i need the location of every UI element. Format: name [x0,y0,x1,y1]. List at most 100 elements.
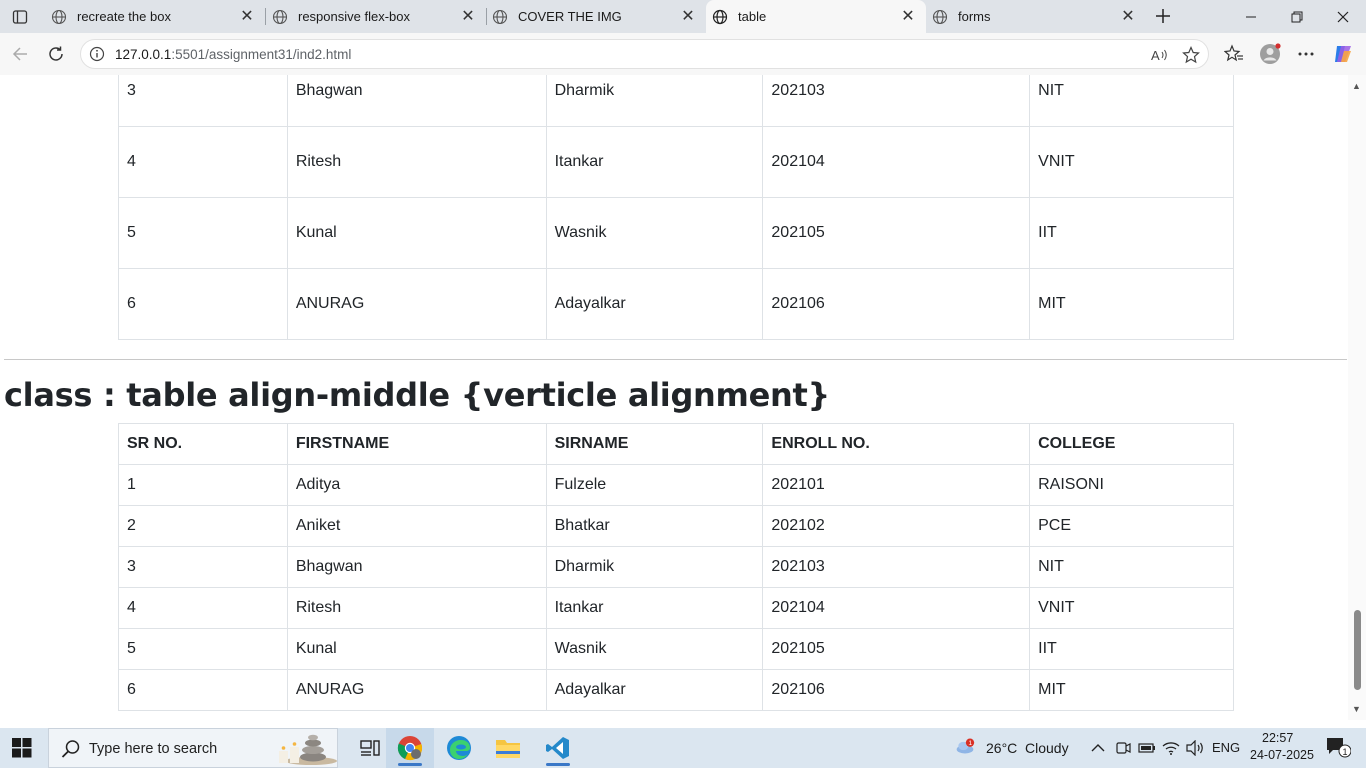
close-tab-icon[interactable]: ✕ [239,8,255,25]
scroll-down-arrow-icon[interactable]: ▼ [1352,704,1361,714]
horizontal-rule [4,359,1347,360]
meet-now-icon[interactable] [1113,738,1133,758]
table-cell: 202105 [762,628,1031,670]
table-cell: Dharmik [545,75,764,127]
table-header-cell: SR NO. [118,423,288,465]
favorites-icon[interactable] [1223,43,1245,65]
table-cell: 3 [118,546,288,588]
url-host: 127.0.0.1 [115,47,172,62]
table-cell: 4 [118,587,288,629]
close-tab-icon[interactable]: ✕ [680,8,696,25]
table-row: 1 Aditya Fulzele 202101 RAISONI [118,464,1234,506]
taskbar-chrome-app[interactable] [386,728,434,768]
windows-taskbar: Type here to search 1 26°C Cloudy ENG 22… [0,728,1366,768]
address-bar[interactable]: 127.0.0.1:5501/assignment31/ind2.html A [80,39,1209,69]
table-body: 3 Bhagwan Dharmik 202103 NIT 4 Ritesh Itankar 20… [118,75,1234,340]
table-cell: MIT [1029,669,1234,711]
input-language[interactable]: ENG [1212,740,1240,755]
tab-cover-the-img[interactable]: COVER THE IMG ✕ [486,0,706,33]
table-cell: Aditya [286,464,547,506]
tab-actions-icon[interactable] [8,6,32,28]
weather-temperature[interactable]: 26°C [986,740,1017,756]
close-tab-icon[interactable]: ✕ [460,8,476,25]
tab-recreate-the-box[interactable]: recreate the box ✕ [45,0,265,33]
table-cell: 202101 [762,464,1031,506]
more-options-icon[interactable] [1295,43,1317,65]
weather-cloud-icon[interactable]: 1 [955,736,975,756]
notification-count: 1 [1343,747,1348,757]
tab-table[interactable]: table ✕ [706,0,926,33]
globe-icon [51,9,67,25]
table-cell: 202104 [762,126,1031,198]
url-path: :5501/assignment31/ind2.html [171,47,352,62]
table-cell: Adayalkar [545,268,764,340]
tab-title: COVER THE IMG [518,9,622,24]
section-heading: class : table align-middle {verticle ali… [4,376,830,414]
table-cell: Ritesh [286,587,547,629]
back-arrow-icon[interactable] [8,42,32,66]
folder-icon [496,740,520,758]
table-row: 2 Aniket Bhatkar 202102 PCE [118,505,1234,547]
table-cell: 1 [118,464,288,506]
table-cell: 6 [118,669,288,711]
vertical-scrollbar[interactable]: ▲ ▼ [1348,75,1366,720]
browser-tab-strip: recreate the box ✕ responsive flex-box ✕… [0,0,1366,33]
clock-time[interactable]: 22:57 [1262,731,1293,745]
table-cell: NIT [1029,546,1234,588]
globe-icon [272,9,288,25]
table-cell: ANURAG [286,669,547,711]
search-icon [61,739,81,759]
table-cell: RAISONI [1029,464,1234,506]
taskbar-search-box[interactable]: Type here to search [48,728,338,768]
restore-icon[interactable] [1286,6,1308,28]
read-aloud-icon[interactable]: A [1150,45,1170,65]
close-window-icon[interactable] [1332,6,1354,28]
wifi-icon[interactable] [1161,738,1181,758]
tab-title: table [738,9,767,24]
taskbar-edge-app[interactable] [435,728,483,768]
scroll-up-arrow-icon[interactable]: ▲ [1352,81,1361,91]
profile-avatar-icon[interactable] [1259,43,1281,65]
tab-title: forms [958,9,991,24]
table-cell: MIT [1029,268,1234,340]
tab-title: recreate the box [77,9,171,24]
reload-icon[interactable] [44,42,68,66]
battery-icon[interactable] [1137,738,1157,758]
table-cell: 202104 [762,587,1031,629]
copilot-icon[interactable] [1332,43,1354,65]
tab-responsive-flex-box[interactable]: responsive flex-box ✕ [266,0,486,33]
volume-icon[interactable] [1185,738,1205,758]
scrollbar-thumb[interactable] [1354,610,1361,690]
table-cell: Itankar [545,126,764,198]
table-cell: 202106 [762,268,1031,340]
info-icon[interactable] [89,46,105,62]
taskbar-vscode-app[interactable] [534,728,582,768]
tab-forms[interactable]: forms ✕ [926,0,1146,33]
table-cell: IIT [1029,197,1234,269]
browser-toolbar: 127.0.0.1:5501/assignment31/ind2.html A [0,33,1366,75]
taskbar-file-explorer-app[interactable] [484,728,532,768]
table-cell: Bhatkar [545,505,764,547]
table-cell: 3 [118,75,288,127]
table-row: 3 Bhagwan Dharmik 202103 NIT [118,546,1234,588]
weather-badge: 1 [968,740,972,747]
windows-start-icon[interactable] [12,738,34,758]
close-tab-icon[interactable]: ✕ [900,8,916,25]
show-hidden-icons-chevron-icon[interactable] [1088,738,1108,758]
table-cell: Dharmik [545,546,764,588]
table-header-cell: ENROLL NO. [762,423,1031,465]
clock-date[interactable]: 24-07-2025 [1250,748,1314,762]
table-cell: 5 [118,628,288,670]
weather-condition[interactable]: Cloudy [1025,740,1069,756]
table-cell: 6 [118,268,288,340]
favorite-star-icon[interactable] [1181,45,1201,65]
new-tab-icon[interactable] [1152,5,1174,27]
close-tab-icon[interactable]: ✕ [1120,8,1136,25]
table-cell: Bhagwan [286,546,547,588]
active-app-indicator [398,763,422,766]
minimize-icon[interactable] [1240,6,1262,28]
table-cell: 2 [118,505,288,547]
edge-icon [447,736,471,760]
table-row: 5 Kunal Wasnik 202105 IIT [118,197,1234,269]
notification-center-icon[interactable]: 1 [1324,737,1352,758]
